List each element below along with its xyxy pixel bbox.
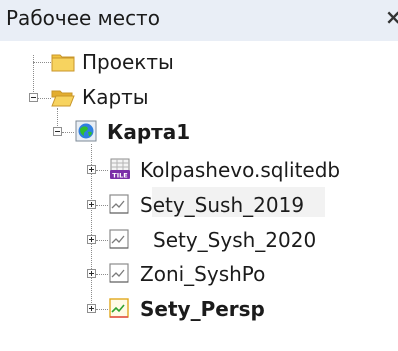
globe-map-icon — [75, 120, 97, 142]
expand-icon[interactable] — [87, 235, 96, 244]
tree-node-label: Карта1 — [107, 120, 191, 144]
workspace-tree: Проекты Карты Карта1 TILE Kolpashevo.sql — [0, 41, 398, 351]
close-icon[interactable]: × — [385, 4, 398, 30]
tree-node-label: Карты — [82, 85, 149, 109]
tree-node-label: Проекты — [82, 50, 174, 74]
tree-line — [96, 274, 108, 275]
tree-node-label: Sety_Persp — [140, 297, 265, 321]
tree-line — [96, 170, 108, 171]
folder-open-icon — [51, 90, 75, 107]
tile-layer-icon: TILE — [110, 158, 130, 180]
tree-node-label: Zoni_SyshPo — [140, 262, 266, 286]
tree-node-label: Sety_Sush_2019 — [140, 193, 305, 217]
vector-layer-icon — [109, 263, 129, 283]
panel-header: Рабочее место × — [0, 0, 398, 41]
tree-line — [96, 309, 108, 310]
folder-closed-icon — [51, 54, 75, 72]
vector-layer-icon — [109, 194, 129, 214]
collapse-icon[interactable] — [29, 93, 38, 102]
expand-icon[interactable] — [87, 269, 96, 278]
svg-text:TILE: TILE — [112, 172, 127, 180]
expand-icon[interactable] — [87, 200, 96, 209]
tree-line — [96, 240, 108, 241]
collapse-icon[interactable] — [53, 127, 62, 136]
tree-line — [62, 132, 74, 133]
vector-layer-active-icon — [109, 298, 129, 318]
tree-node-label: Sety_Sysh_2020 — [153, 228, 317, 252]
tree-node-label: Kolpashevo.sqlitedb — [140, 158, 341, 182]
panel-title: Рабочее место — [6, 6, 160, 30]
expand-icon[interactable] — [87, 304, 96, 313]
tree-line — [38, 98, 51, 99]
tree-line — [96, 205, 108, 206]
expand-icon[interactable] — [87, 165, 96, 174]
vector-layer-icon — [109, 229, 129, 249]
tree-line — [33, 62, 51, 63]
